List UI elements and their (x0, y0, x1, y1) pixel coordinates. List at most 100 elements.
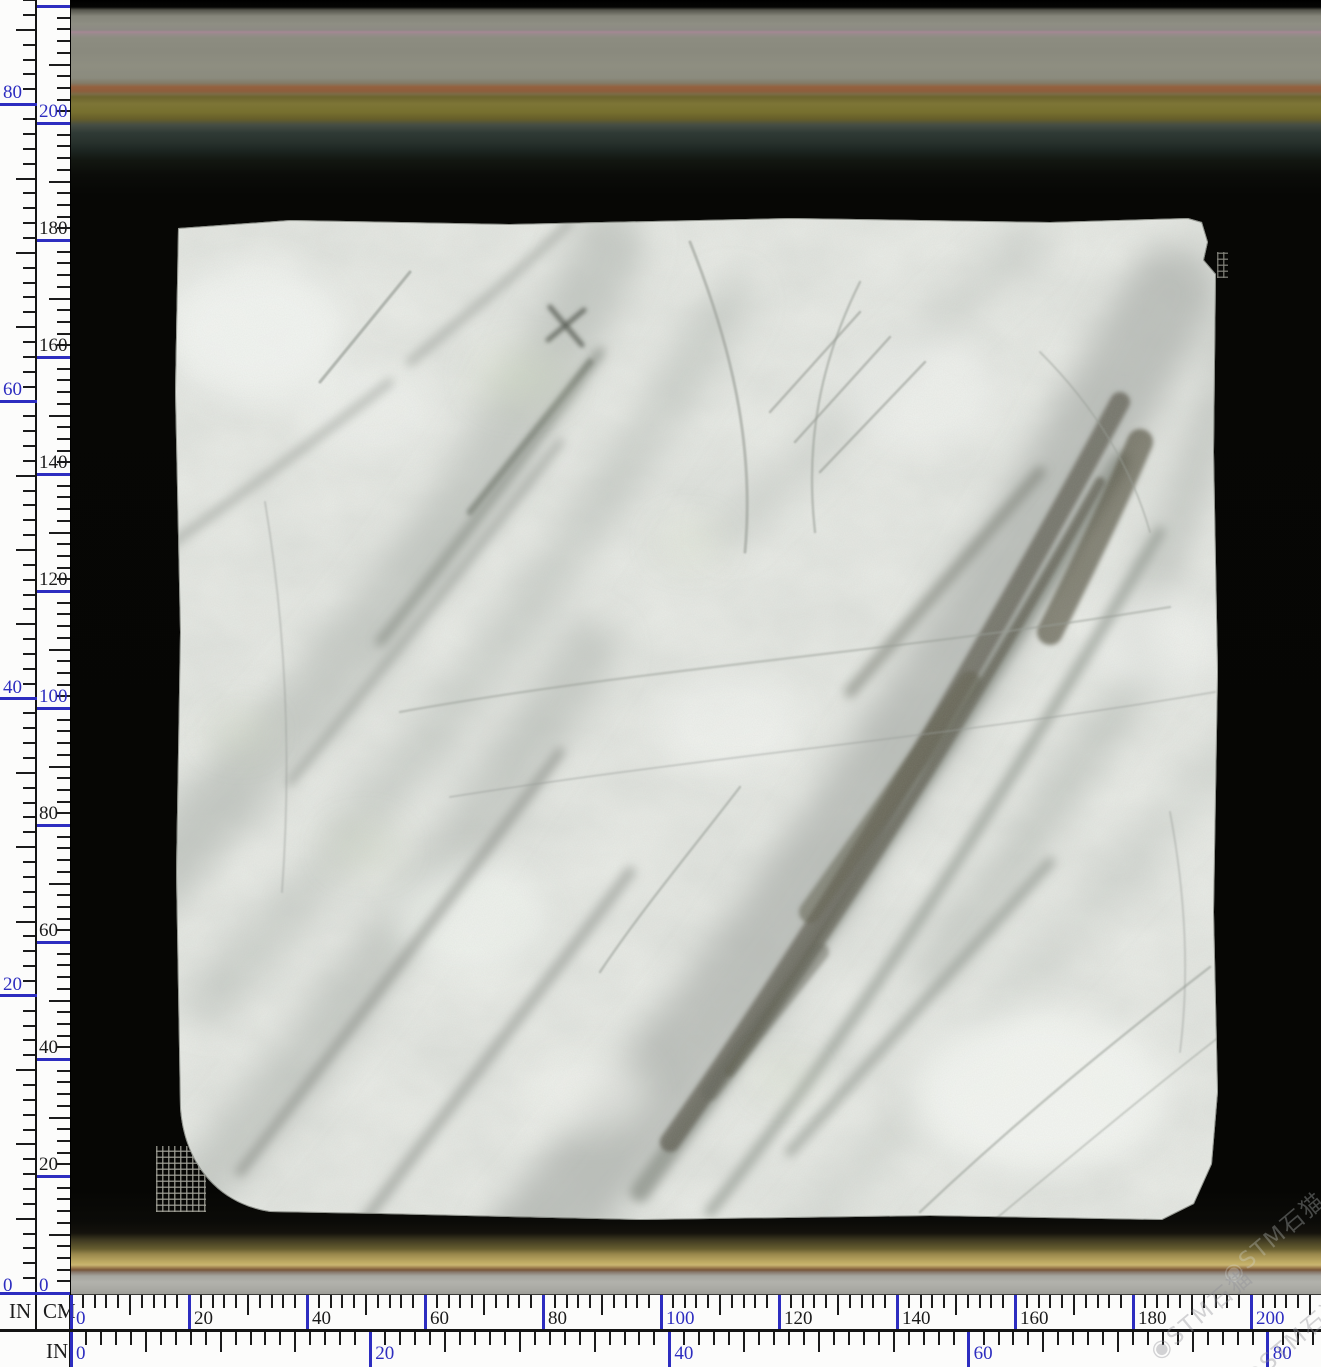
ruler-tick-major (668, 1332, 671, 1367)
ruler-tick-major (188, 1295, 191, 1329)
ruler-tick (23, 460, 35, 462)
ruler-tick (23, 712, 35, 714)
ruler-tick-major (1014, 1295, 1017, 1329)
ruler-tick (57, 1081, 70, 1083)
ruler-tick (23, 163, 35, 165)
ruler-label-cm: 40 (39, 1038, 58, 1058)
ruler-tick (833, 1332, 835, 1345)
ruler-tick (16, 178, 35, 180)
ruler-tick (23, 296, 35, 298)
ruler-tick-major (1132, 1295, 1135, 1329)
ruler-tick (23, 490, 35, 492)
ruler-tick (483, 1295, 485, 1315)
ruler-tick (1012, 1332, 1014, 1345)
ruler-tick (23, 1039, 35, 1041)
ruler-tick (1274, 1295, 1276, 1308)
ruler-tick (16, 475, 35, 477)
ruler-tick (1061, 1295, 1063, 1308)
ruler-tick (324, 1332, 326, 1345)
ruler-tick (57, 836, 70, 838)
ruler-tick (23, 935, 35, 937)
ruler-tick (57, 321, 70, 323)
ruler-tick (23, 1114, 35, 1116)
ruler-label-cm: 0 (39, 1276, 49, 1296)
ruler-tick (23, 1084, 35, 1086)
ruler-tick (459, 1295, 461, 1308)
ruler-tick (23, 876, 35, 878)
ruler-tick (23, 1173, 35, 1175)
ruler-tick (354, 1332, 356, 1345)
ruler-label-in: 40 (3, 678, 22, 698)
ruler-tick (57, 1011, 70, 1013)
ruler-label-in: 60 (3, 380, 22, 400)
ruler-tick (57, 1222, 70, 1224)
ruler-tick (57, 859, 70, 861)
ruler-tick (773, 1332, 775, 1345)
ruler-tick (507, 1295, 509, 1308)
ruler-tick (318, 1295, 320, 1308)
ruler-tick (16, 921, 35, 923)
ruler-tick-major (660, 1295, 663, 1329)
ruler-tick-major (1250, 1295, 1253, 1329)
ruler-tick (23, 237, 35, 239)
ruler-tick (247, 1295, 249, 1315)
ruler-tick (57, 543, 70, 545)
ruler-tick (1309, 1295, 1311, 1315)
ruler-tick (1312, 1332, 1314, 1345)
ruler-tick (130, 1332, 132, 1345)
ruler-tick (57, 1152, 70, 1154)
ruler-tick (16, 1143, 35, 1145)
ruler-tick (309, 1332, 311, 1345)
ruler-tick (23, 118, 35, 120)
ruler-tick (250, 1332, 252, 1345)
ruler-tick (57, 555, 70, 557)
ruler-label-in: 40 (674, 1344, 693, 1364)
ruler-label-cm: 140 (39, 453, 68, 473)
ruler-tick (713, 1332, 715, 1345)
ruler-tick (23, 0, 35, 1)
ruler-tick (23, 980, 35, 982)
ruler-tick (788, 1332, 790, 1345)
ruler-tick (1297, 1332, 1299, 1345)
ruler-label-cm: 120 (39, 570, 68, 590)
ruler-tick (57, 40, 70, 42)
ruler-tick (998, 1332, 1000, 1345)
ruler-tick (1207, 1332, 1209, 1345)
ruler-label-cm: 80 (39, 804, 58, 824)
ruler-tick (518, 1295, 520, 1308)
ruler-tick (601, 1295, 603, 1315)
slab-scan-page: IN CM IN 0204060801001201401601802000204… (0, 0, 1321, 1367)
ruler-label-in: 20 (3, 975, 22, 995)
ruler-tick (1097, 1295, 1099, 1308)
ruler-tick (566, 1295, 568, 1308)
ruler-tick (23, 1025, 35, 1027)
ruler-tick (23, 44, 35, 46)
ruler-label-cm: 180 (39, 219, 68, 239)
ruler-tick (1262, 1295, 1264, 1308)
ruler-tick (444, 1332, 446, 1352)
ruler-tick (57, 1093, 70, 1095)
ruler-tick (818, 1332, 820, 1352)
ruler-tick (1144, 1295, 1146, 1308)
ruler-tick (1132, 1332, 1134, 1345)
ruler-tick (341, 1295, 343, 1308)
ruler-tick (1042, 1332, 1044, 1352)
ruler-tick (57, 719, 70, 721)
ruler-tick (448, 1295, 450, 1308)
ruler-tick (1027, 1332, 1029, 1345)
ruler-tick (1222, 1332, 1224, 1345)
ruler-tick (57, 1210, 70, 1212)
ruler-tick (1252, 1332, 1254, 1345)
ruler-tick (23, 950, 35, 952)
ruler-tick (554, 1295, 556, 1308)
ruler-tick (990, 1295, 992, 1308)
ruler-tick (23, 207, 35, 209)
ruler-tick (23, 59, 35, 61)
ruler-label-cm: 80 (548, 1309, 567, 1329)
ruler-tick (23, 1262, 35, 1264)
ruler-tick (57, 789, 70, 791)
ruler-tick (23, 133, 35, 135)
ruler-tick-major (369, 1332, 372, 1367)
ruler-tick (57, 1257, 70, 1259)
ruler-tick (23, 504, 35, 506)
